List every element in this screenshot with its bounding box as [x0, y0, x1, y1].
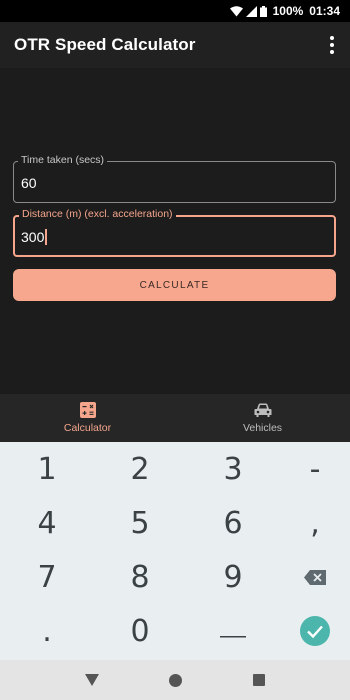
status-bar: 100% 01:34 [0, 0, 350, 22]
key-7[interactable]: 7 [12, 550, 82, 604]
nav-label-calculator: Calculator [63, 422, 112, 434]
key-0[interactable]: 0 [105, 604, 175, 658]
key-3[interactable]: 3 [198, 442, 268, 496]
back-icon[interactable] [85, 674, 100, 686]
app-title: OTR Speed Calculator [14, 35, 196, 54]
key-comma[interactable]: , [280, 496, 350, 550]
space-icon [220, 636, 246, 638]
calculator-icon [79, 402, 96, 418]
time-field[interactable]: Time taken (secs) 60 [13, 154, 336, 203]
calculate-button[interactable]: CALCULATE [13, 269, 336, 301]
distance-field-label: Distance (m) (excl. acceleration) [19, 208, 176, 220]
key-5[interactable]: 5 [105, 496, 175, 550]
text-caret [45, 229, 48, 245]
wifi-icon [229, 5, 243, 16]
nav-item-calculator[interactable]: Calculator [0, 394, 175, 442]
key-8[interactable]: 8 [105, 550, 175, 604]
time-field-value: 60 [21, 175, 37, 191]
key-4[interactable]: 4 [12, 496, 82, 550]
distance-field[interactable]: Distance (m) (excl. acceleration) 300 [13, 208, 336, 257]
distance-field-value-wrap: 300 [21, 229, 48, 245]
key-6[interactable]: 6 [198, 496, 268, 550]
car-icon [254, 403, 271, 417]
done-check-icon [300, 616, 330, 646]
battery-icon [259, 5, 267, 17]
backspace-icon [304, 569, 326, 585]
key-2[interactable]: 2 [105, 442, 175, 496]
key-done[interactable] [280, 604, 350, 658]
time-field-label: Time taken (secs) [18, 154, 108, 166]
key-1[interactable]: 1 [12, 442, 82, 496]
home-icon[interactable] [169, 673, 183, 687]
key-9[interactable]: 9 [198, 550, 268, 604]
nav-item-vehicles[interactable]: Vehicles [175, 394, 350, 442]
numeric-keyboard: 1 2 3 - 4 5 6 , 7 8 9 . 0 [0, 442, 350, 660]
nav-label-vehicles: Vehicles [242, 421, 283, 434]
app-bar: OTR Speed Calculator [0, 22, 350, 68]
key-minus[interactable]: - [280, 442, 350, 496]
key-backspace[interactable] [280, 550, 350, 604]
signal-icon [245, 5, 257, 17]
bottom-navigation: Calculator Vehicles [0, 394, 350, 442]
key-period[interactable]: . [12, 604, 82, 658]
battery-percent: 100% [272, 4, 304, 18]
calculator-form: Time taken (secs) 60 Distance (m) (excl.… [0, 68, 350, 394]
overflow-menu-icon[interactable] [322, 34, 342, 56]
recents-icon[interactable] [252, 674, 265, 686]
screen: 100% 01:34 OTR Speed Calculator Time tak… [0, 0, 350, 700]
system-navigation-bar [0, 660, 350, 700]
key-space[interactable] [198, 604, 268, 658]
distance-field-value: 300 [21, 229, 45, 245]
clock: 01:34 [309, 4, 340, 18]
